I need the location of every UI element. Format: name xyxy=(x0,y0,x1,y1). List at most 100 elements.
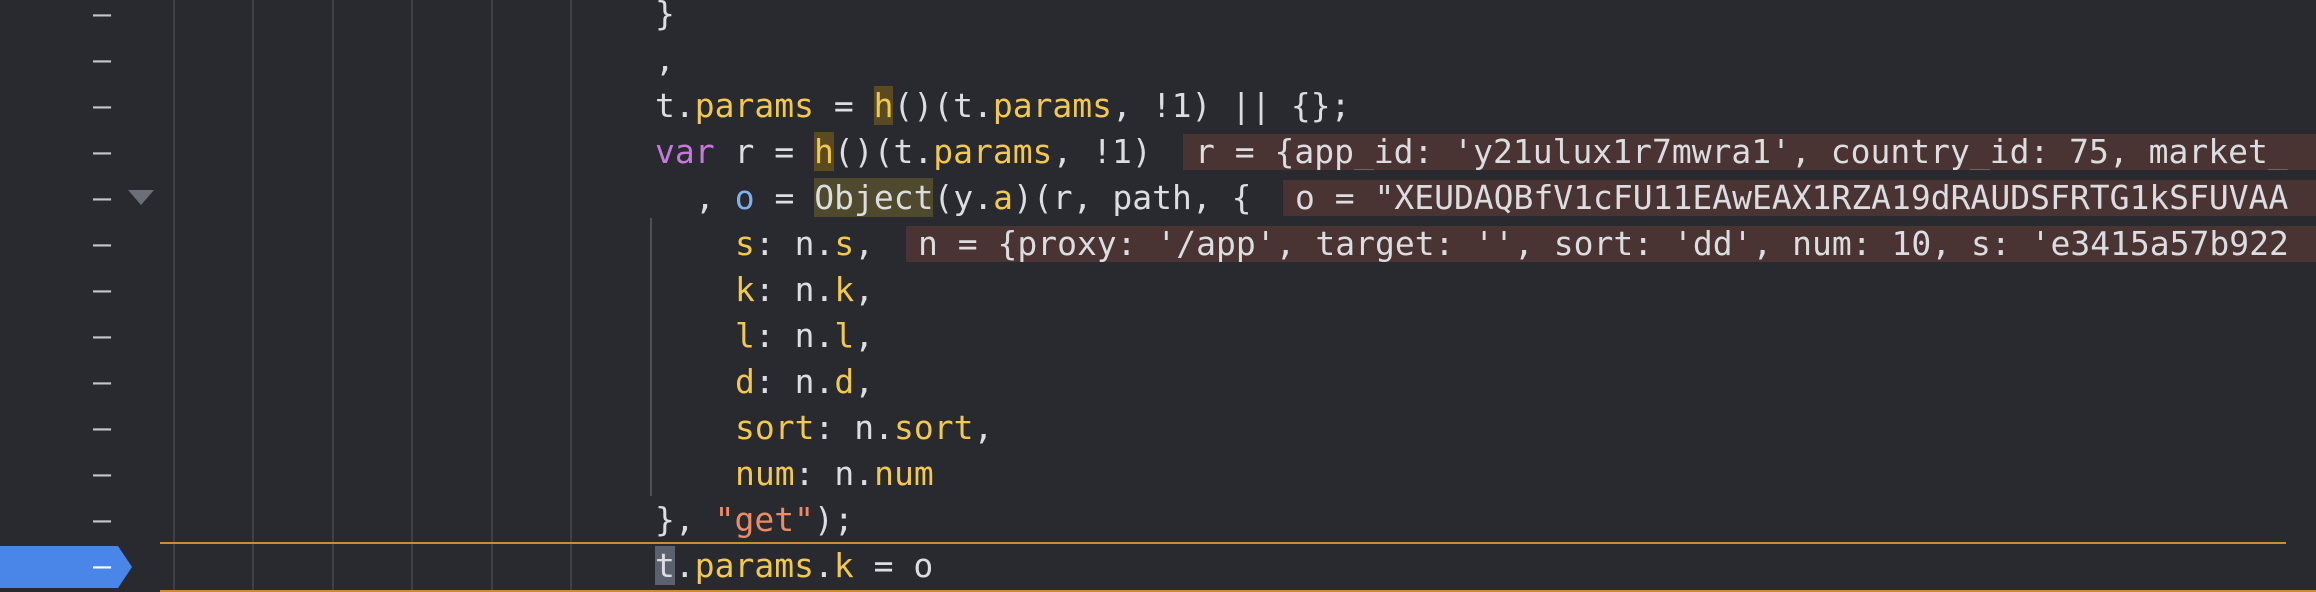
gutter-row[interactable]: – xyxy=(0,268,160,314)
punctuation-token: : xyxy=(794,454,815,493)
gutter-row[interactable]: – xyxy=(0,0,160,38)
code-line[interactable]: s: n.s, xyxy=(735,221,874,267)
gutter-row[interactable]: – xyxy=(0,84,160,130)
line-marker: – xyxy=(93,457,112,492)
fold-triangle-icon[interactable] xyxy=(128,190,154,205)
inline-value-o[interactable]: o = "XEUDAQBfV1cFU11EAwEAX1RZA19dRAUDSFR… xyxy=(1283,180,2316,216)
code-line[interactable]: , xyxy=(655,37,675,83)
punctuation-token xyxy=(794,132,814,171)
punctuation-token xyxy=(834,408,854,447)
punctuation-token: , xyxy=(854,224,875,263)
property-token: s xyxy=(735,224,755,263)
gutter-row[interactable]: – xyxy=(0,38,160,84)
punctuation-token: : xyxy=(754,270,775,309)
punctuation-token: !1) xyxy=(1092,132,1152,171)
gutter-row[interactable]: – xyxy=(0,360,160,406)
punctuation-token xyxy=(754,132,774,171)
line-gutter[interactable]: – – – – – – – – – – – – – xyxy=(0,0,160,592)
gutter-row[interactable]: – xyxy=(0,176,160,222)
punctuation-token xyxy=(794,178,814,217)
line-marker: – xyxy=(93,365,112,400)
punctuation-token: . xyxy=(813,546,834,585)
identifier-token: o xyxy=(913,546,934,585)
gutter-row[interactable]: – xyxy=(0,130,160,176)
punctuation-token xyxy=(755,178,775,217)
line-marker: – xyxy=(93,411,112,446)
call-token: h xyxy=(873,86,894,125)
current-line-top-border xyxy=(160,542,2286,544)
punctuation-token: , xyxy=(1052,132,1073,171)
code-line[interactable]: }, "get"); xyxy=(655,497,854,543)
call-token: h xyxy=(813,132,834,171)
punctuation-token: ); xyxy=(813,500,854,539)
code-line[interactable]: k: n.k, xyxy=(735,267,874,313)
identifier-token: n xyxy=(854,408,875,447)
breakpoint-marker-icon[interactable]: – xyxy=(0,546,132,588)
indent-guide-block xyxy=(650,218,652,496)
punctuation-token: . xyxy=(972,86,993,125)
punctuation-token: . xyxy=(674,546,695,585)
line-marker: – xyxy=(93,0,112,32)
identifier-token: n xyxy=(794,362,815,401)
punctuation-token: !1) xyxy=(1151,86,1212,125)
punctuation-token xyxy=(775,362,795,401)
code-line[interactable]: t.params = h()(t.params, !1) || {}; xyxy=(655,83,1351,129)
inline-value-n[interactable]: n = {proxy: '/app', target: '', sort: 'd… xyxy=(906,226,2316,262)
code-editor[interactable]: – – – – – – – – – – – – – } , t.params =… xyxy=(0,0,2316,592)
punctuation-token: ( xyxy=(933,178,954,217)
property-token: s xyxy=(834,224,855,263)
code-line[interactable]: , o = Object(y.a)(r, path, { xyxy=(695,175,1251,221)
punctuation-token: , xyxy=(1191,178,1212,217)
code-line-current[interactable]: t.params.k = o xyxy=(655,543,933,589)
punctuation-token xyxy=(893,546,913,585)
code-line[interactable]: var r = h()(t.params, !1) xyxy=(655,129,1152,175)
text-cursor: t xyxy=(655,546,675,585)
punctuation-token xyxy=(814,454,834,493)
line-marker: – xyxy=(93,273,112,308)
code-line[interactable]: } xyxy=(655,0,675,37)
punctuation-token xyxy=(775,270,795,309)
identifier-token: n xyxy=(794,270,815,309)
string-token: "get" xyxy=(714,500,814,539)
punctuation-token: ()( xyxy=(833,132,894,171)
punctuation-token: , xyxy=(1072,178,1093,217)
property-token: l xyxy=(735,316,755,355)
gutter-row[interactable]: – xyxy=(0,406,160,452)
gutter-row-current[interactable]: – xyxy=(0,544,160,590)
gutter-row[interactable]: – xyxy=(0,452,160,498)
punctuation-token: , xyxy=(655,40,675,79)
identifier-token: t xyxy=(655,546,675,585)
punctuation-token: . xyxy=(854,454,875,493)
punctuation-token: . xyxy=(814,270,835,309)
punctuation-token: { xyxy=(1231,178,1252,217)
property-token: params xyxy=(694,546,814,585)
gutter-row[interactable]: – xyxy=(0,222,160,268)
punctuation-token: || xyxy=(1231,86,1272,125)
code-line[interactable]: d: n.d, xyxy=(735,359,874,405)
gutter-row[interactable]: – xyxy=(0,498,160,544)
indent-guide xyxy=(173,0,175,592)
property-token: l xyxy=(834,316,855,355)
line-marker: – xyxy=(93,319,112,354)
punctuation-token xyxy=(814,86,834,125)
indent-guide xyxy=(491,0,493,592)
punctuation-token xyxy=(1211,86,1231,125)
identifier-token: n xyxy=(794,224,815,263)
line-marker: – xyxy=(93,89,112,124)
identifier-token: r xyxy=(1052,178,1073,217)
punctuation-token: , xyxy=(854,316,875,355)
code-line[interactable]: l: n.l, xyxy=(735,313,874,359)
punctuation-token: } xyxy=(655,0,675,33)
punctuation-token: , xyxy=(854,362,875,401)
punctuation-token: . xyxy=(814,362,835,401)
identifier-token: n xyxy=(834,454,855,493)
code-line[interactable]: num: n.num xyxy=(735,451,934,497)
property-token: sort xyxy=(893,408,974,447)
gutter-row[interactable]: – xyxy=(0,314,160,360)
inline-value-r[interactable]: r = {app_id: 'y21ulux1r7mwra1', country_… xyxy=(1183,134,2316,170)
punctuation-token: = xyxy=(873,546,894,585)
punctuation-token xyxy=(1212,178,1232,217)
code-line[interactable]: sort: n.sort, xyxy=(735,405,993,451)
punctuation-token xyxy=(775,316,795,355)
property-token: d xyxy=(735,362,755,401)
